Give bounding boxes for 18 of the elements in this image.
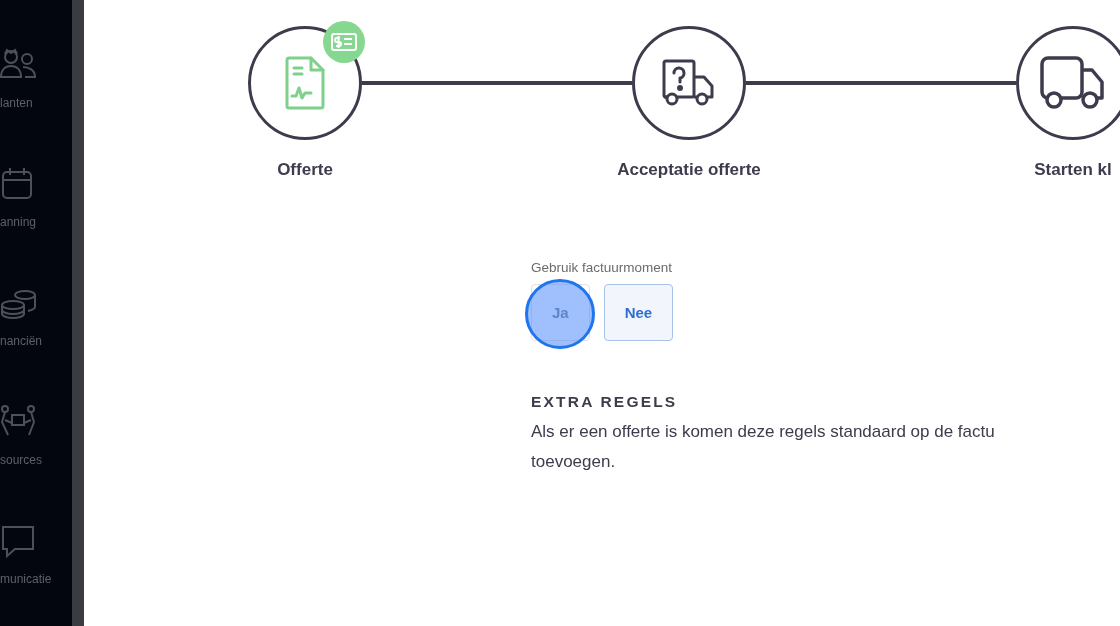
nav-label[interactable]: anning: [0, 215, 37, 229]
section-description: Als er een offerte is komen deze regels standaard op de factu toevoegen.: [531, 421, 996, 473]
nav-icon[interactable]: [0, 524, 36, 558]
nav-label[interactable]: lanten: [0, 96, 33, 110]
option-button[interactable]: Nee: [603, 284, 674, 341]
step-label: Acceptatie offerte: [617, 160, 761, 180]
nav-label[interactable]: nanciën: [0, 334, 43, 348]
nav-label[interactable]: sources: [0, 453, 43, 467]
money-card-icon: [331, 33, 357, 51]
step-label: Offerte: [277, 160, 333, 180]
section-heading: EXTRA REGELS: [531, 393, 679, 411]
nav-label[interactable]: municatie: [0, 572, 52, 586]
truck-icon: [1040, 56, 1106, 110]
step-label: Starten kl: [1034, 160, 1112, 180]
document-icon: [285, 56, 325, 110]
truck-question-icon: [662, 59, 716, 107]
field-label: Gebruik factuurmoment: [531, 260, 674, 275]
option-button[interactable]: Ja: [531, 284, 590, 341]
